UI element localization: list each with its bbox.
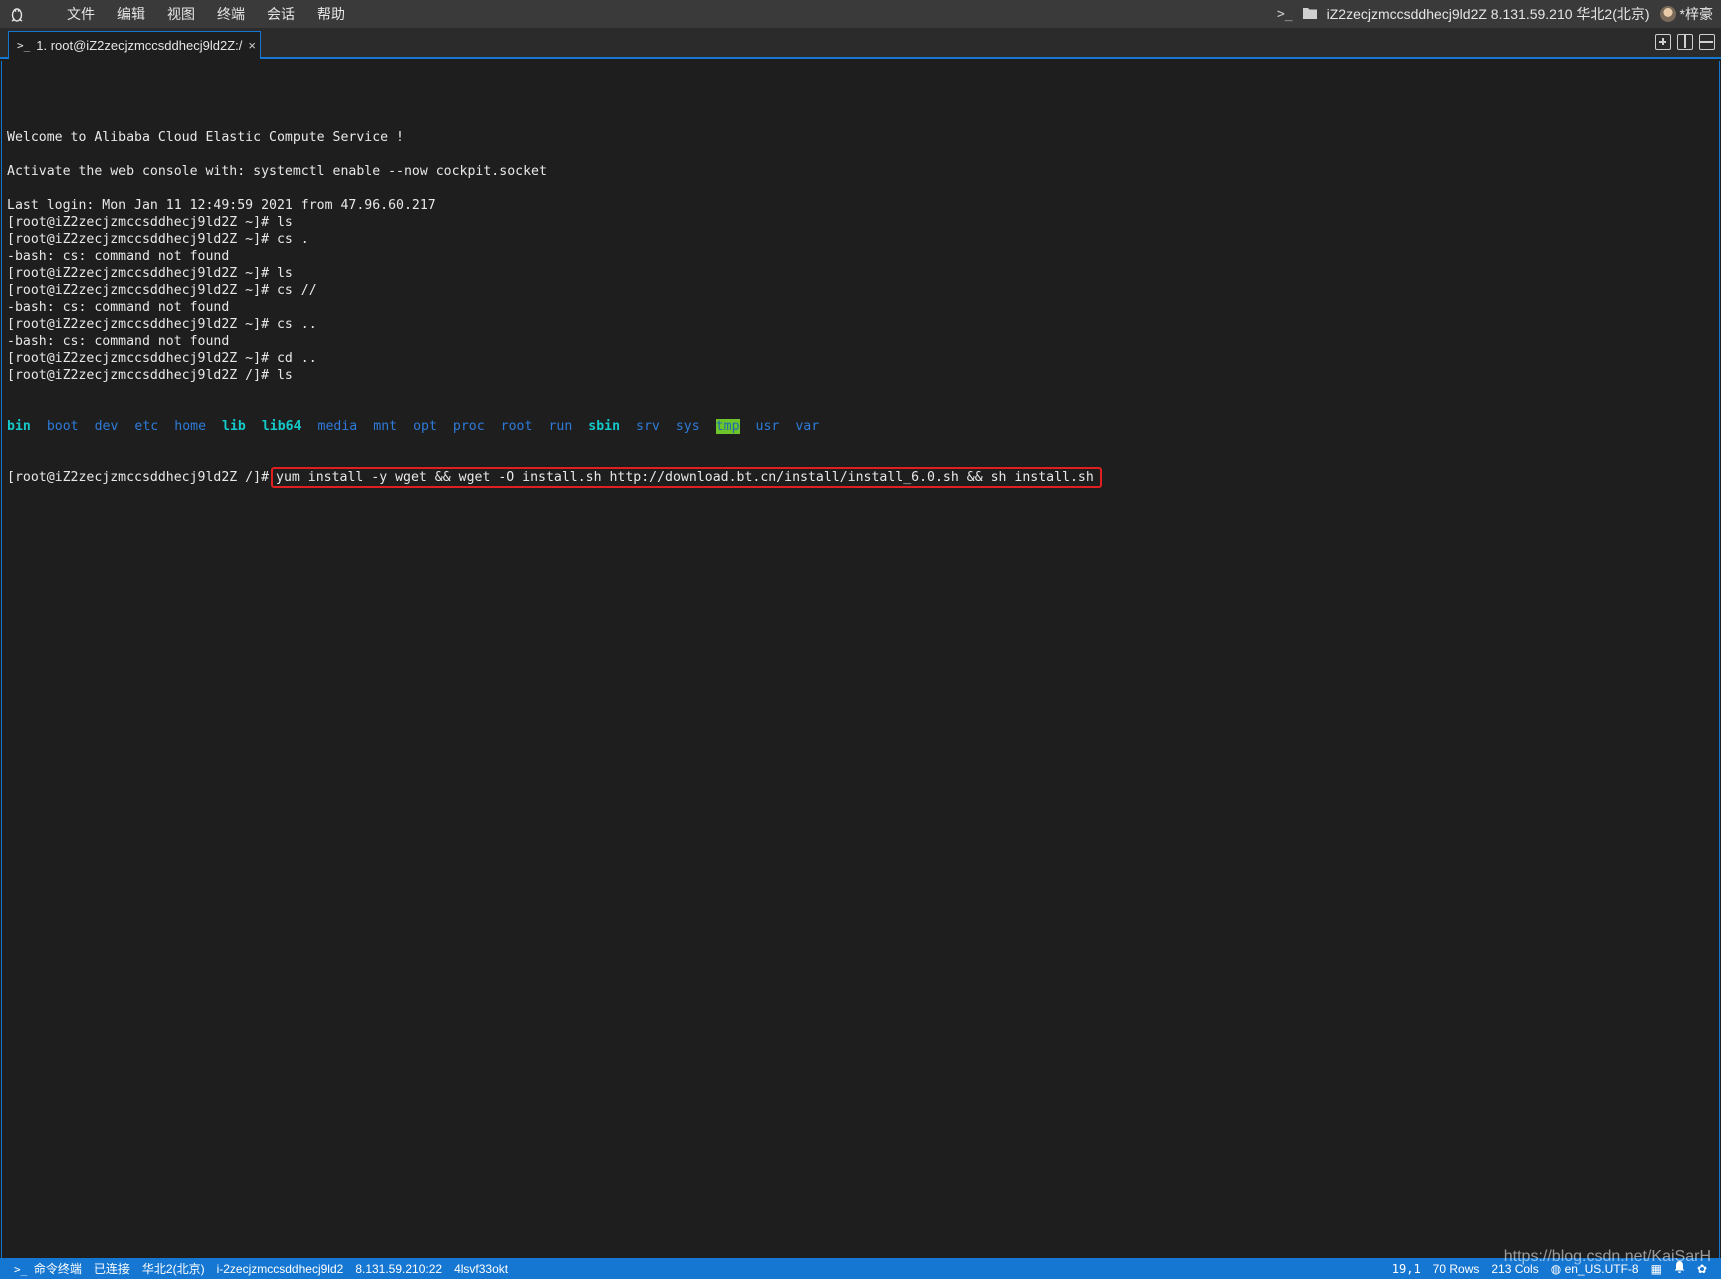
terminal-line: -bash: cs: command not found [7,334,230,349]
ls-dir-proc: proc [452,419,485,434]
ls-dir-media: media [317,419,358,434]
linux-tux-icon[interactable] [0,6,34,22]
terminal-prompt-icon: >_ [17,39,31,52]
terminal-line: [root@iZ2zecjzmccsddhecj9ld2Z ~]# ls [7,215,293,230]
instance-id: i-2zecjzmccsddhecj9ld2 [216,1261,344,1276]
menu-file[interactable]: 文件 [56,4,106,24]
terminal-line: Activate the web console with: systemctl… [7,164,547,179]
menu-bar: 文件 编辑 视图 终端 会话 帮助 >_ iZ2zecjzmccsddhecj9… [0,0,1721,28]
folder-icon[interactable] [1302,7,1317,22]
menu-session[interactable]: 会话 [256,4,306,24]
menu-terminal[interactable]: 终端 [206,4,256,24]
ls-dir-tmp: tmp [715,419,740,434]
ls-dir-sys: sys [675,419,700,434]
terminal-line: -bash: cs: command not found [7,249,230,264]
terminal-line: Welcome to Alibaba Cloud Elastic Compute… [7,130,404,145]
ls-dir-usr: usr [755,419,780,434]
ls-dir-lib64: lib64 [261,419,302,434]
ls-dir-bin: bin [7,419,31,434]
ls-dir-run: run [548,419,573,434]
command-terminal-status[interactable]: >_ 命令终端 [14,1260,82,1277]
split-vertical-icon[interactable] [1677,34,1693,50]
split-horizontal-icon[interactable] [1699,34,1715,50]
ls-dir-boot: boot [46,419,79,434]
terminal-tab[interactable]: >_ 1. root@iZ2zecjzmccsddhecj9ld2Z:/ × [8,31,261,59]
highlighted-command: yum install -y wget && wget -O install.s… [271,467,1102,488]
rows-count: 70 Rows [1432,1261,1480,1276]
tab-bar: >_ 1. root@iZ2zecjzmccsddhecj9ld2Z:/ × [0,28,1721,59]
terminal-line: [root@iZ2zecjzmccsddhecj9ld2Z /]# ls [7,368,293,383]
terminal-line: Last login: Mon Jan 11 12:49:59 2021 fro… [7,198,436,213]
shell-prompt: [root@iZ2zecjzmccsddhecj9ld2Z /]# [7,470,270,485]
ls-dir-etc: etc [134,419,159,434]
terminal-output[interactable]: Welcome to Alibaba Cloud Elastic Compute… [1,61,1720,1258]
cursor-position: 19,1 [1391,1261,1421,1276]
host-info: iZ2zecjzmccsddhecj9ld2Z 8.131.59.210 华北2… [1326,6,1650,22]
terminal-line: [root@iZ2zecjzmccsddhecj9ld2Z ~]# cs // [7,283,317,298]
ls-dir-dev: dev [94,419,119,434]
ls-dir-sbin: sbin [588,419,621,434]
ls-output-line: bin boot dev etc home lib lib64 media mnt opt proc… [7,418,1719,435]
tab-tools [1655,34,1715,50]
ls-dir-opt: opt [413,419,437,434]
menubar-right: >_ iZ2zecjzmccsddhecj9ld2Z 8.131.59.210 … [1277,4,1721,24]
menu-help[interactable]: 帮助 [306,4,356,24]
command-line: [root@iZ2zecjzmccsddhecj9ld2Z /]# yum ins… [7,467,1719,488]
tab-label: 1. root@iZ2zecjzmccsddhecj9ld2Z:/ [36,38,243,53]
close-icon[interactable]: × [248,38,256,53]
ls-dir-root: root [500,419,533,434]
ls-dir-mnt: mnt [373,419,398,434]
terminal-line: [root@iZ2zecjzmccsddhecj9ld2Z ~]# ls [7,266,293,281]
status-bar: >_ 命令终端 已连接 华北2(北京) i-2zecjzmccsddhecj9l… [0,1258,1721,1279]
watermark: https://blog.csdn.net/KaiSarH [1503,1248,1711,1265]
mode-label: 命令终端 [33,1262,82,1276]
terminal-line: [root@iZ2zecjzmccsddhecj9ld2Z ~]# cd .. [7,351,317,366]
terminal-icon[interactable]: >_ [1277,7,1293,22]
terminal-line: [root@iZ2zecjzmccsddhecj9ld2Z ~]# cs .. [7,317,317,332]
main-menu: 文件 编辑 视图 终端 会话 帮助 [56,4,356,24]
new-tab-icon[interactable] [1655,34,1671,50]
ls-dir-var: var [795,419,820,434]
terminal-line: [root@iZ2zecjzmccsddhecj9ld2Z ~]# cs . [7,232,309,247]
address-label: 8.131.59.210:22 [355,1261,443,1276]
session-id: 4lsvf33okt [454,1261,509,1276]
ls-dir-home: home [174,419,207,434]
ls-dir-lib: lib [222,419,246,434]
menu-edit[interactable]: 编辑 [106,4,156,24]
connection-status: 已连接 [93,1262,130,1276]
ls-dir-srv: srv [636,419,660,434]
user-name[interactable]: *梓豪 [1680,4,1713,24]
terminal-line: -bash: cs: command not found [7,300,230,315]
menu-view[interactable]: 视图 [156,4,206,24]
region-label: 华北2(北京) [141,1262,205,1276]
terminal-prompt-icon: >_ [14,1263,34,1276]
user-avatar-icon[interactable] [1659,6,1676,22]
terminal-lines: Welcome to Alibaba Cloud Elastic Compute… [7,112,1719,384]
